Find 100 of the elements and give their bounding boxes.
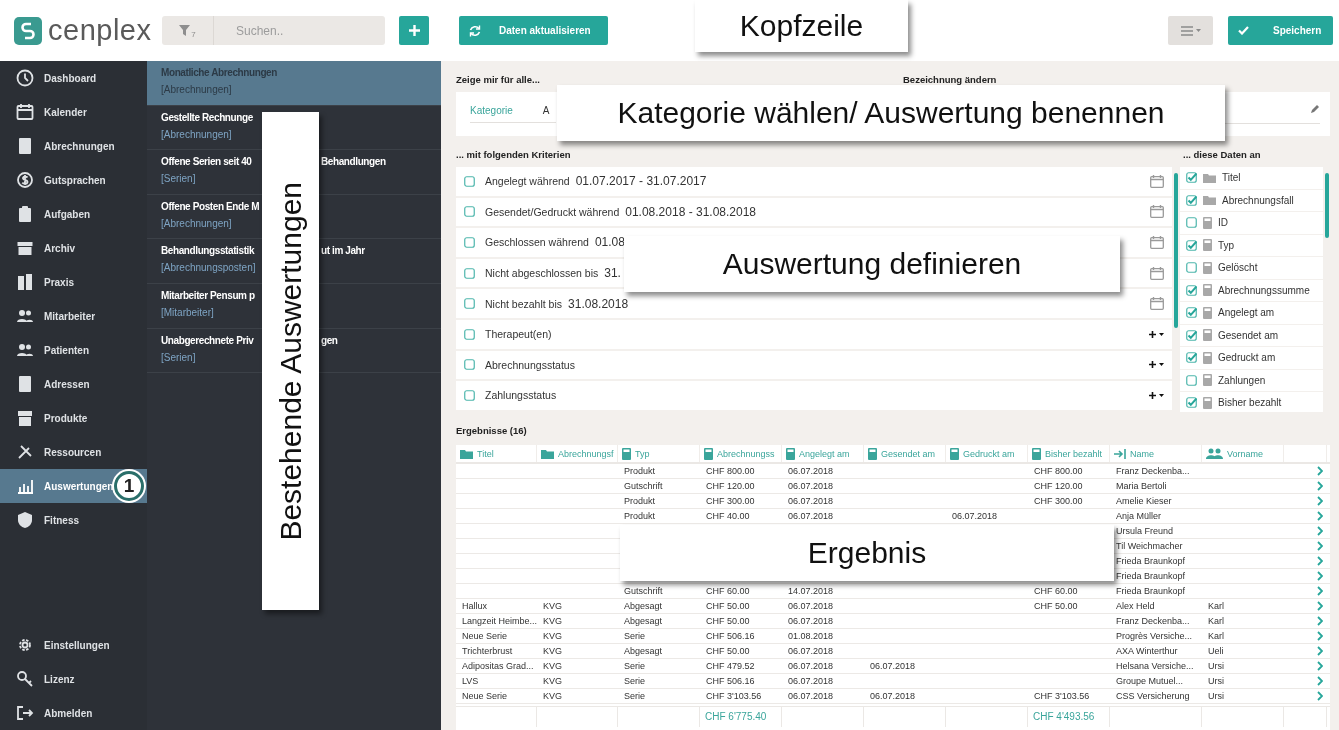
table-cell-text: CHF 120.00 [705,481,756,491]
section-heading: ... mit folgenden Kriterien [456,148,571,162]
calendar-icon[interactable] [1150,205,1164,219]
plus-icon[interactable] [1149,361,1156,369]
nav-item[interactable]: Kalender [0,95,147,129]
checkbox[interactable] [464,267,475,279]
checkbox[interactable] [1186,284,1197,296]
table-cell-text: LVS [461,676,480,686]
table-cell-text: 06.07.2018 [787,601,835,611]
total-cell: CHF 6'775.40 [700,707,782,727]
criterion-value: 01.08 [594,235,625,250]
criterion-label: Zahlungsstatus [485,389,557,402]
checkbox[interactable] [464,237,475,248]
nav-item[interactable]: Mitarbeiter [0,299,147,333]
shield-icon [16,511,34,529]
refresh-icon [469,24,481,37]
table-cell-text: Maria Bertoli [1115,481,1168,491]
nav-item[interactable]: Dashboard [0,61,147,95]
report-category: [Serien] [161,173,197,185]
nav-item[interactable]: Fitness [0,503,147,537]
caret-icon[interactable] [1159,332,1164,336]
calendar-icon[interactable] [1150,297,1164,311]
caret-icon[interactable] [1159,363,1164,367]
table-cell-text: CHF 3'103.56 [705,691,763,701]
nav-item[interactable]: Praxis [0,265,147,299]
data-field-label: Typ [1218,239,1235,251]
checkbox[interactable] [1186,397,1197,409]
nav-item[interactable]: Lizenz [0,662,147,696]
data-field-label: Gedruckt am [1218,352,1276,364]
annotation-callout: Kopfzeile [695,0,908,52]
nav-item[interactable]: Einstellungen [0,628,147,662]
table-cell-text: 06.07.2018 [869,661,917,671]
calendar-icon [16,103,34,121]
plus-icon[interactable] [1149,330,1156,338]
table-cell-text: 06.07.2018 [869,691,917,701]
table-cell-text: Ursi [1207,676,1225,686]
nav-item[interactable]: Abmelden [0,696,147,730]
calendar-icon[interactable] [1150,174,1164,188]
table-cell-text: Abgesagt [623,616,664,626]
table-cell-text: CHF 120.00 [1033,481,1084,491]
category-value[interactable]: A [542,105,550,116]
report-title: Unabgerechnete Priv [161,334,255,348]
menu-button[interactable] [1168,16,1213,45]
checkbox[interactable] [1186,172,1197,184]
checkbox[interactable] [1186,217,1197,229]
table-cell-text: Langzeit Heimbe... [461,616,537,626]
tools-icon [16,443,34,461]
nav-item[interactable]: Produkte [0,401,147,435]
criterion-value: 31.08.2018 [568,296,629,311]
checkbox[interactable] [1186,352,1197,364]
coin-icon [16,171,34,189]
report-title: ut im Jahr [321,245,366,259]
checkbox[interactable] [1186,329,1197,341]
annotation-callout: Auswertung definieren [624,236,1120,292]
table-cell-text: Frieda Braunkopf [1115,556,1187,566]
checkbox[interactable] [1186,194,1197,206]
report-category: [Abrechnungen] [161,128,233,140]
clipboard-icon [16,205,34,223]
table-cell-text: KVG [542,631,563,641]
table-cell-text: 06.07.2018 [787,616,835,626]
checkbox[interactable] [464,175,475,187]
data-field-label: Angelegt am [1218,307,1275,319]
table-cell-text: Amelie Kieser [1115,496,1173,506]
add-button[interactable] [399,16,429,45]
annotation-callout: Ergebnis [620,525,1114,581]
pencil-icon[interactable] [1311,104,1320,113]
checkbox[interactable] [1186,307,1197,319]
checkbox[interactable] [464,206,475,218]
table-cell-text: CHF 50.00 [705,646,751,656]
settings-icon [16,636,34,654]
checkbox[interactable] [464,328,475,340]
checkbox[interactable] [464,389,475,401]
nav-item[interactable]: Adressen [0,367,147,401]
search-field[interactable]: Suchen.. [214,16,385,45]
caret-icon[interactable] [1159,393,1164,397]
funnel-icon [179,25,191,36]
calendar-icon[interactable] [1150,266,1164,280]
nav-item[interactable]: Aufgaben [0,197,147,231]
table-cell-text: 06.07.2018 [787,676,835,686]
plus-icon[interactable] [1149,391,1156,399]
calendar-icon[interactable] [1150,236,1164,249]
table-cell-text: 06.07.2018 [787,661,835,671]
nav-item[interactable]: Patienten [0,333,147,367]
table-cell-text: Serie [623,676,646,686]
table-cell-text: Abgesagt [623,646,664,656]
nav-item[interactable]: Abrechnungen [0,129,147,163]
table-cell-text: AXA Winterthur [1115,646,1179,656]
table-cell-text: Trichterbrust [461,646,514,656]
checkbox[interactable] [464,359,475,371]
checkbox[interactable] [1186,262,1197,274]
nav-item[interactable]: Ressourcen [0,435,147,469]
report-title: Offene Serien seit 40 [161,156,253,170]
checkbox[interactable] [1186,239,1197,251]
table-cell-text: CHF 300.00 [705,496,756,506]
section-heading: Zeige mir für alle... [456,73,540,87]
nav-item[interactable]: Gutsprachen [0,163,147,197]
nav-item[interactable]: Archiv [0,231,147,265]
checkbox[interactable] [464,298,475,310]
checkbox[interactable] [1186,374,1197,386]
section-heading: Ergebnisse (16) [456,424,528,438]
